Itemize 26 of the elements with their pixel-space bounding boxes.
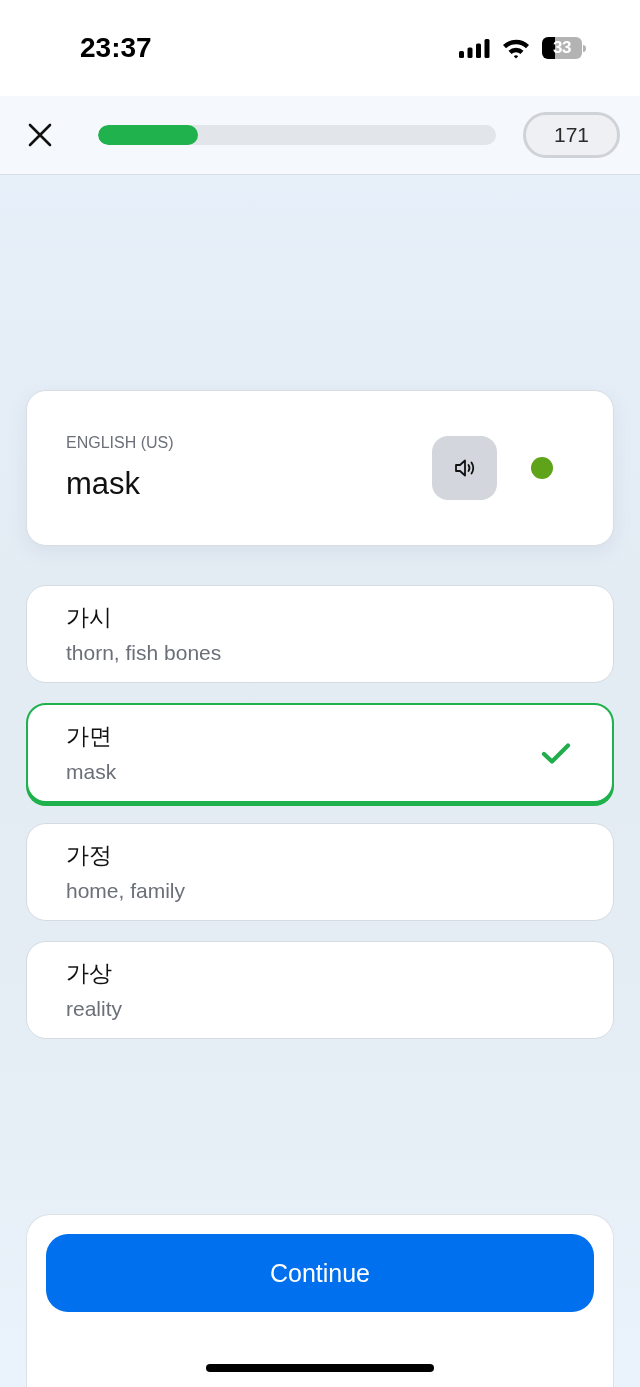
answer-option[interactable]: 가상 reality bbox=[26, 941, 614, 1039]
word-meaning: mask bbox=[66, 759, 117, 784]
word-meaning: thorn, fish bones bbox=[66, 640, 222, 665]
check-icon bbox=[541, 741, 571, 765]
korean-word: 가상 bbox=[66, 959, 112, 987]
answer-option[interactable]: 가정 home, family bbox=[26, 823, 614, 921]
korean-word: 가정 bbox=[66, 841, 112, 869]
status-time: 23:37 bbox=[80, 32, 152, 64]
close-button[interactable] bbox=[27, 122, 53, 148]
speaker-icon bbox=[453, 458, 476, 478]
battery-tip-icon bbox=[583, 44, 586, 52]
answer-option[interactable]: 가시 thorn, fish bones bbox=[26, 585, 614, 683]
speaker-button[interactable] bbox=[432, 436, 497, 500]
wifi-icon bbox=[502, 37, 530, 59]
count-badge: 171 bbox=[523, 112, 620, 158]
prompt-word: mask bbox=[66, 466, 141, 502]
word-meaning: home, family bbox=[66, 878, 186, 903]
close-icon bbox=[28, 123, 52, 147]
korean-word: 가시 bbox=[66, 603, 112, 631]
answer-option[interactable]: 가면 mask bbox=[26, 703, 614, 803]
status-dot-icon bbox=[531, 457, 553, 479]
language-label: ENGLISH (US) bbox=[66, 434, 174, 452]
korean-word: 가면 bbox=[66, 722, 112, 750]
continue-button[interactable]: Continue bbox=[46, 1234, 594, 1312]
signal-icon bbox=[459, 38, 490, 58]
word-meaning: reality bbox=[66, 996, 123, 1021]
